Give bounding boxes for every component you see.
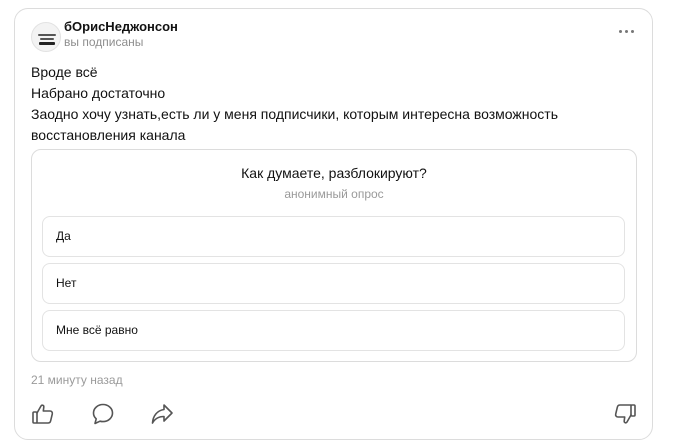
share-arrow-icon[interactable] <box>149 401 175 427</box>
comment-bubble-icon[interactable] <box>90 401 116 427</box>
poll-option-dont-care[interactable]: Мне всё равно <box>42 310 625 351</box>
post-card: бОрисНеджонсон вы подписаны Вроде всё На… <box>14 8 653 440</box>
poll-option-yes[interactable]: Да <box>42 216 625 257</box>
channel-name[interactable]: бОрисНеджонсон <box>64 19 178 34</box>
post-text-line: Заодно хочу узнать,есть ли у меня подпис… <box>31 106 559 122</box>
post-text-line: Вроде всё <box>31 64 98 80</box>
post-text-line: восстановления канала <box>31 127 186 143</box>
channel-avatar[interactable] <box>31 22 61 52</box>
more-dots-icon[interactable] <box>613 22 639 40</box>
thumbs-down-icon[interactable] <box>612 401 638 427</box>
thumbs-up-icon[interactable] <box>30 401 56 427</box>
poll: Как думаете, разблокируют? анонимный опр… <box>31 149 637 362</box>
poll-question: Как думаете, разблокируют? <box>241 165 427 181</box>
post-timestamp: 21 минуту назад <box>31 373 123 387</box>
poll-option-no[interactable]: Нет <box>42 263 625 304</box>
poll-type-label: анонимный опрос <box>284 187 384 201</box>
subscription-status: вы подписаны <box>64 35 144 49</box>
post-text: Вроде всё Набрано достаточно Заодно хочу… <box>31 62 558 146</box>
post-text-line: Набрано достаточно <box>31 85 166 101</box>
